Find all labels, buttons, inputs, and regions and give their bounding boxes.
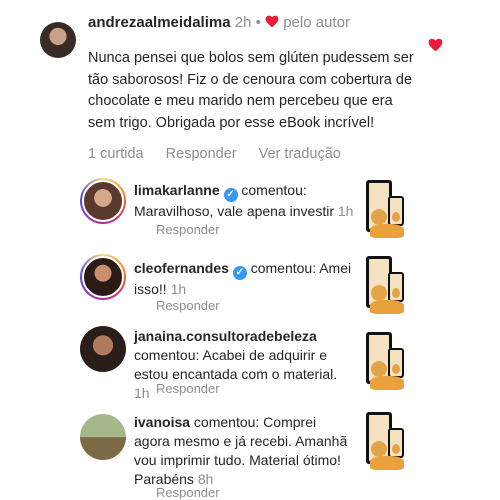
reply-time: 1h — [134, 385, 150, 401]
reply-avatar-limakarlanne[interactable] — [80, 178, 126, 224]
reply-username[interactable]: ivanoisa — [134, 414, 190, 430]
reply-text-block: cleofernandes ✓ comentou: Amei isso!! 1h — [134, 259, 354, 299]
reply-time: 1h — [337, 203, 354, 219]
verified-badge-icon: ✓ — [223, 188, 238, 202]
reply-button[interactable]: Responder — [156, 222, 220, 237]
reply-button[interactable]: Responder — [156, 381, 220, 396]
main-comment-time: 2h — [234, 14, 252, 31]
ebook-thumbnail[interactable] — [364, 332, 408, 392]
likes-count-link[interactable]: 1 curtida — [88, 146, 144, 162]
separator-dot: • — [255, 14, 261, 31]
main-comment-actions: 1 curtida Responder Ver tradução — [88, 146, 359, 162]
main-comment-avatar[interactable] — [40, 22, 76, 58]
reply-username[interactable]: limakarlanne — [134, 182, 220, 198]
ebook-thumbnail[interactable] — [364, 256, 408, 316]
reply-avatar-cleofernandes[interactable] — [80, 254, 126, 300]
reply-time: 1h — [170, 281, 187, 297]
author-label: pelo autor — [283, 14, 350, 31]
reply-comment: comentou: Acabei de adquirir e estou enc… — [134, 347, 338, 382]
reply-text-block: ivanoisa comentou: Comprei agora mesmo e… — [134, 413, 354, 489]
author-heart-icon — [265, 15, 279, 28]
reply-button[interactable]: Responder — [166, 146, 237, 162]
ebook-thumbnail[interactable] — [364, 180, 408, 240]
reply-username[interactable]: janaina.consultoradebeleza — [134, 328, 317, 344]
translate-button[interactable]: Ver tradução — [259, 146, 341, 162]
main-comment-text: Nunca pensei que bolos sem glúten pudess… — [88, 50, 414, 131]
reply-avatar-ivanoisa[interactable] — [80, 414, 126, 460]
main-comment-header: andrezaalmeidalima 2h • pelo autor — [88, 14, 350, 31]
reply-avatar-janaina[interactable] — [80, 326, 126, 372]
ebook-thumbnail[interactable] — [364, 412, 408, 472]
reply-button[interactable]: Responder — [156, 485, 220, 500]
reply-text-block: limakarlanne ✓ comentou: Maravilhoso, va… — [134, 181, 354, 221]
like-heart-icon[interactable] — [428, 38, 443, 52]
main-comment-username[interactable]: andrezaalmeidalima — [88, 14, 231, 31]
reply-button[interactable]: Responder — [156, 298, 220, 313]
reply-username[interactable]: cleofernandes — [134, 260, 229, 276]
verified-badge-icon: ✓ — [232, 266, 247, 280]
